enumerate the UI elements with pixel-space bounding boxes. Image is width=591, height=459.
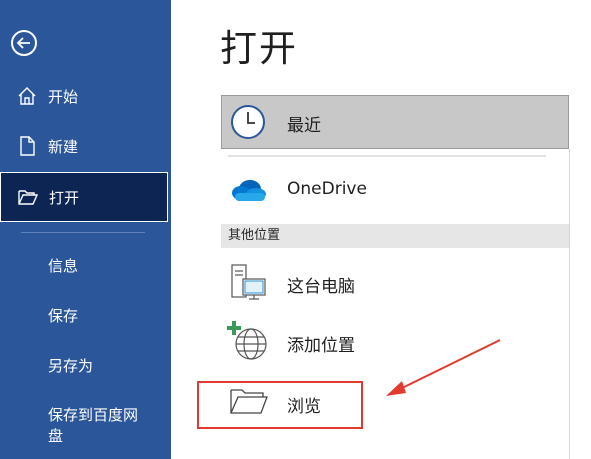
computer-icon <box>229 263 269 307</box>
location-recent[interactable]: 最近 <box>221 95 569 149</box>
panel-border <box>569 149 570 459</box>
sidebar-item-label: 新建 <box>48 137 79 156</box>
sidebar-item-open[interactable]: 打开 <box>0 172 168 222</box>
location-this-pc[interactable]: 这台电脑 <box>221 258 569 308</box>
location-onedrive[interactable]: OneDrive <box>221 166 569 216</box>
sidebar-divider <box>21 232 145 233</box>
sidebar-item-save-as[interactable]: 另存为 <box>48 356 93 377</box>
onedrive-cloud-icon <box>229 177 267 207</box>
clock-icon <box>230 104 266 144</box>
sidebar-item-home[interactable]: 开始 <box>0 72 171 120</box>
annotation-highlight-box <box>197 381 363 429</box>
other-locations-header: 其他位置 <box>221 224 569 248</box>
sidebar-item-new[interactable]: 新建 <box>0 122 171 170</box>
new-document-icon <box>16 135 38 157</box>
location-label: 这台电脑 <box>287 277 355 297</box>
location-label: OneDrive <box>287 179 367 199</box>
backstage-sidebar: 开始 新建 打开 信息 保存 另存为 保存到百度网盘 <box>0 0 171 459</box>
back-arrow-icon[interactable] <box>11 30 37 56</box>
sidebar-item-info[interactable]: 信息 <box>48 256 78 277</box>
location-label: 最近 <box>287 116 321 136</box>
sidebar-item-label: 开始 <box>48 87 79 106</box>
sidebar-item-save-to-baidu[interactable]: 保存到百度网盘 <box>48 405 148 447</box>
home-icon <box>16 85 38 107</box>
sidebar-item-label: 打开 <box>49 188 80 207</box>
annotation-arrow-icon <box>386 339 501 396</box>
sidebar-item-save[interactable]: 保存 <box>48 306 78 327</box>
open-folder-icon <box>17 186 39 208</box>
page-title: 打开 <box>220 27 298 70</box>
location-label: 添加位置 <box>287 336 355 356</box>
add-location-globe-icon <box>227 320 269 366</box>
separator <box>228 155 546 157</box>
